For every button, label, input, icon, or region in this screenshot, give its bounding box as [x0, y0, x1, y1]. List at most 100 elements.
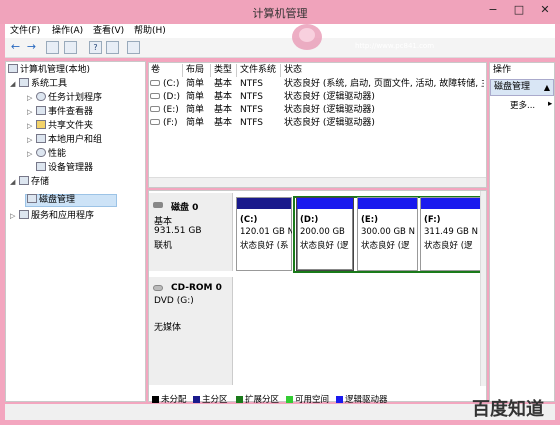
tree-item-shared-folders[interactable]: ▷ 共享文件夹	[27, 120, 93, 133]
partition-label: (E:)	[361, 215, 378, 225]
column-header-type[interactable]: 类型	[212, 64, 237, 77]
partition-size: 300.00 GB N	[361, 227, 415, 237]
column-header-status[interactable]: 状态	[282, 64, 486, 77]
tools-icon	[19, 78, 29, 87]
partition-label: (C:)	[240, 215, 258, 225]
logical-drive-bar	[358, 198, 417, 209]
show-tree-icon[interactable]	[64, 41, 77, 54]
cell-layout: 简单	[186, 92, 205, 102]
partition-status: 状态良好 (逻	[424, 241, 473, 251]
forward-icon[interactable]: →	[25, 41, 38, 54]
tree-item-disk-management[interactable]: 磁盘管理	[27, 194, 75, 207]
cell-type: 基本	[214, 79, 233, 89]
cdrom-icon	[153, 284, 166, 294]
disk-view-icon[interactable]	[127, 41, 140, 54]
minimize-button[interactable]: −	[486, 3, 500, 17]
table-row[interactable]: (D:)	[150, 91, 180, 104]
window-title: 计算机管理	[252, 7, 308, 20]
services-icon	[19, 210, 29, 219]
svg-text:电脑百事网: 电脑百事网	[343, 24, 403, 38]
cell-type: 基本	[214, 92, 233, 102]
chevron-down-icon[interactable]: ◢	[10, 176, 19, 189]
chevron-right-icon: ▸	[548, 99, 553, 109]
partition-e[interactable]: (E:) 300.00 GB N 状态良好 (逻	[357, 197, 418, 271]
menu-file[interactable]: 文件(F)	[10, 24, 40, 38]
cell-type: 基本	[214, 118, 233, 128]
drive-icon	[150, 80, 160, 86]
cdrom-media: 无媒体	[154, 323, 182, 333]
drive-icon	[150, 119, 160, 125]
up-folder-icon[interactable]	[46, 41, 59, 54]
chevron-right-icon[interactable]: ▷	[27, 148, 36, 161]
disk0-state: 联机	[154, 241, 173, 251]
cell-status: 状态良好 (逻辑驱动器)	[284, 118, 375, 128]
tree-item-performance[interactable]: ▷ 性能	[27, 148, 66, 161]
menu-action[interactable]: 操作(A)	[52, 24, 83, 38]
disk0-label-panel[interactable]: 磁盘 0 基本 931.51 GB 联机	[149, 193, 233, 271]
cell-layout: 简单	[186, 118, 205, 128]
partition-f[interactable]: (F:) 311.49 GB N 状态良好 (逻	[420, 197, 481, 271]
column-header-layout[interactable]: 布局	[184, 64, 211, 77]
tree-item-storage[interactable]: ◢ 存储	[10, 176, 49, 189]
event-icon	[36, 106, 46, 115]
column-header-filesystem[interactable]: 文件系统	[238, 64, 281, 77]
cell-fs: NTFS	[240, 79, 263, 89]
action-disk-management[interactable]: 磁盘管理 ▲	[490, 79, 554, 96]
chevron-right-icon[interactable]: ▷	[27, 120, 36, 133]
column-header-volume[interactable]: 卷	[149, 64, 183, 77]
cdrom-drive: DVD (G:)	[154, 296, 194, 306]
chevron-right-icon[interactable]: ▷	[10, 210, 19, 223]
partition-label: (D:)	[300, 215, 319, 225]
logical-drive-bar	[421, 198, 480, 209]
tree-item-device-manager[interactable]: 设备管理器	[36, 162, 93, 175]
computer-icon	[8, 64, 18, 73]
performance-icon	[36, 148, 46, 157]
partition-c[interactable]: (C:) 120.01 GB N 状态良好 (系	[236, 197, 292, 271]
chevron-right-icon[interactable]: ▷	[27, 134, 36, 147]
cell-fs: NTFS	[240, 92, 263, 102]
folder-icon	[36, 120, 46, 129]
partition-status: 状态良好 (逻	[300, 241, 349, 251]
cell-fs: NTFS	[240, 118, 263, 128]
users-icon	[36, 134, 46, 143]
tree-item-services-apps[interactable]: ▷ 服务和应用程序	[10, 210, 94, 223]
table-row[interactable]: (F:)	[150, 117, 178, 130]
primary-partition-bar	[237, 198, 291, 209]
partition-status: 状态良好 (逻	[361, 241, 410, 251]
action-more[interactable]: 更多... ▸	[510, 99, 552, 111]
cdrom-empty-area	[236, 277, 481, 385]
properties-icon[interactable]	[106, 41, 119, 54]
cdrom-label-panel[interactable]: CD-ROM 0 DVD (G:) 无媒体	[149, 277, 233, 385]
tree-item-root[interactable]: 计算机管理(本地)	[8, 64, 90, 77]
logical-drive-bar	[297, 198, 353, 209]
horizontal-scrollbar[interactable]	[149, 177, 486, 187]
partition-size: 200.00 GB	[300, 227, 345, 237]
close-button[interactable]: ✕	[538, 3, 552, 17]
chevron-down-icon[interactable]: ◢	[10, 78, 19, 91]
brand-watermark: 百度知道	[472, 399, 544, 420]
partition-d[interactable]: (D:) 200.00 GB 状态良好 (逻	[296, 197, 354, 271]
cdrom-name: CD-ROM 0	[171, 283, 222, 293]
tree-item-system-tools[interactable]: ◢ 系统工具	[10, 78, 67, 91]
table-row[interactable]: (E:)	[150, 104, 179, 117]
device-manager-icon	[36, 162, 46, 171]
cell-layout: 简单	[186, 105, 205, 115]
partition-label: (F:)	[424, 215, 441, 225]
vertical-scrollbar[interactable]	[480, 191, 486, 386]
menu-view[interactable]: 查看(V)	[93, 24, 124, 38]
actions-header: 操作	[490, 63, 554, 77]
chevron-right-icon[interactable]: ▷	[27, 106, 36, 119]
menu-help[interactable]: 帮助(H)	[134, 24, 166, 38]
tree-item-local-users[interactable]: ▷ 本地用户和组	[27, 134, 102, 147]
back-icon[interactable]: ←	[9, 41, 22, 54]
chevron-right-icon[interactable]: ▷	[27, 92, 36, 105]
disk0-name: 磁盘 0	[171, 203, 199, 213]
table-row[interactable]: (C:)	[150, 78, 179, 91]
maximize-button[interactable]: □	[512, 3, 526, 17]
disk0-size: 931.51 GB	[154, 226, 202, 236]
help-icon[interactable]: ?	[89, 41, 102, 54]
tree-item-task-scheduler[interactable]: ▷ 任务计划程序	[27, 92, 102, 105]
storage-icon	[19, 176, 29, 185]
tree-item-event-viewer[interactable]: ▷ 事件查看器	[27, 106, 93, 119]
cell-status: 状态良好 (逻辑驱动器)	[284, 105, 375, 115]
